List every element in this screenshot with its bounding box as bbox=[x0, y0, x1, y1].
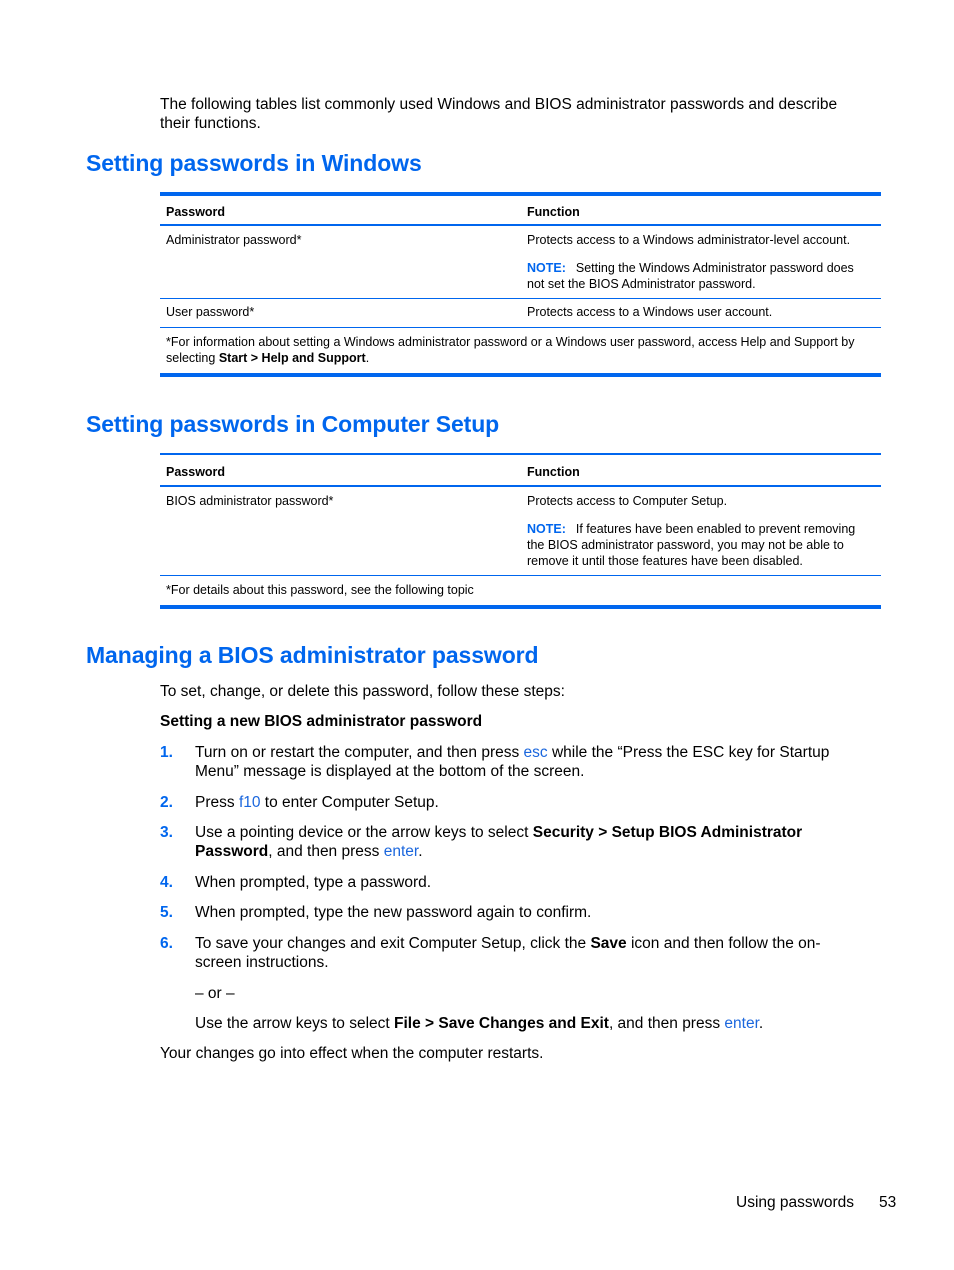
menu-path: File > Save Changes and Exit bbox=[394, 1015, 609, 1032]
step-text-part: Turn on or restart the computer, and the… bbox=[195, 744, 524, 761]
step-text-part: while the “Press the ESC key for Startup bbox=[547, 744, 830, 761]
intro-paragraph: The following tables list commonly used … bbox=[160, 95, 880, 133]
step-text-part: , and then press bbox=[268, 843, 384, 860]
function-text: Protects access to Computer Setup. bbox=[527, 494, 728, 508]
function-text: Protects access to a Windows administrat… bbox=[527, 233, 851, 247]
step-number: 4. bbox=[160, 874, 173, 891]
step-text-part: Use a pointing device or the arrow keys … bbox=[195, 824, 533, 841]
computer-setup-password-table: Password Function BIOS administrator pas… bbox=[160, 453, 881, 609]
page-number: 53 bbox=[879, 1194, 897, 1211]
note-text: If features have been enabled to prevent… bbox=[575, 522, 856, 536]
note-text: the BIOS administrator password, you may… bbox=[527, 538, 844, 552]
table-footnote: *For details about this password, see th… bbox=[160, 576, 881, 605]
step-text: Turn on or restart the computer, and the… bbox=[195, 743, 875, 781]
key-esc: esc bbox=[523, 744, 548, 761]
step-text-part: , and then press bbox=[608, 1015, 725, 1032]
note: NOTE: Setting the Windows Administrator p… bbox=[527, 260, 877, 292]
step-text-part: . bbox=[418, 843, 423, 860]
note-text: not set the BIOS Administrator password. bbox=[527, 277, 756, 291]
step-text-part: To save your changes and exit Computer S… bbox=[195, 935, 591, 952]
intro-line: The following tables list commonly used … bbox=[160, 96, 838, 113]
note-label: NOTE: bbox=[527, 522, 566, 536]
note-label: NOTE: bbox=[527, 261, 566, 275]
step-number: 3. bbox=[160, 824, 173, 841]
or-separator: – or – bbox=[195, 985, 235, 1002]
footnote-text: *For details about this password, see th… bbox=[166, 583, 474, 597]
menu-path: Start > Help and Support bbox=[218, 351, 366, 365]
footnote-text: *For information about setting a Windows… bbox=[166, 335, 855, 349]
footnote-text: selecting bbox=[166, 351, 219, 365]
step-number: 1. bbox=[160, 744, 173, 761]
steps-intro: To set, change, or delete this password,… bbox=[160, 683, 565, 700]
footnote-text: . bbox=[365, 351, 370, 365]
table-bottom-rule bbox=[160, 605, 881, 609]
password-cell: User password* bbox=[166, 305, 255, 319]
footer-chapter-title: Using passwords bbox=[736, 1194, 855, 1211]
alternate-instruction: Use the arrow keys to select File > Save… bbox=[195, 1014, 763, 1033]
menu-path: Security > Setup BIOS Administrator bbox=[532, 824, 803, 841]
step-text: Use a pointing device or the arrow keys … bbox=[195, 823, 875, 861]
function-cell: Protects access to a Windows user accoun… bbox=[527, 305, 773, 319]
column-header-function: Function bbox=[527, 205, 580, 219]
step-number: 5. bbox=[160, 904, 173, 921]
step-text: Press f10 to enter Computer Setup. bbox=[195, 793, 875, 812]
step-text: To save your changes and exit Computer S… bbox=[195, 934, 875, 972]
password-cell: Administrator password* bbox=[166, 233, 302, 247]
password-cell: BIOS administrator password* bbox=[166, 494, 334, 508]
step-text-part: . bbox=[758, 1015, 764, 1032]
table-footnote: *For information about setting a Windows… bbox=[160, 328, 881, 373]
step-number: 2. bbox=[160, 794, 173, 811]
step-text-part: to enter Computer Setup. bbox=[260, 794, 439, 811]
section-heading-computer-setup: Setting passwords in Computer Setup bbox=[86, 411, 500, 437]
key-enter: enter bbox=[724, 1015, 759, 1032]
step-text-part: icon and then follow the on- bbox=[626, 935, 821, 952]
step-text: When prompted, type the new password aga… bbox=[195, 904, 592, 921]
table-row: Administrator password* Protects access … bbox=[160, 226, 881, 298]
key-enter: enter bbox=[383, 843, 419, 860]
column-header-password: Password bbox=[166, 465, 226, 479]
column-header-function: Function bbox=[527, 465, 580, 479]
step-text-part: Press bbox=[195, 794, 239, 811]
closing-paragraph: Your changes go into effect when the com… bbox=[160, 1045, 544, 1062]
table-header-row: Password Function bbox=[160, 455, 881, 485]
windows-password-table: Password Function Administrator password… bbox=[160, 192, 881, 377]
table-row: BIOS administrator password* Protects ac… bbox=[160, 487, 881, 575]
step-text-part: Menu” message is displayed at the bottom… bbox=[195, 763, 585, 780]
column-header-password: Password bbox=[166, 205, 226, 219]
save-icon-label: Save bbox=[590, 935, 627, 952]
table-header-row: Password Function bbox=[160, 196, 881, 224]
note: NOTE: If features have been enabled to pr… bbox=[527, 521, 877, 569]
function-cell: Protects access to a Windows administrat… bbox=[527, 232, 877, 292]
step-text-part: Use the arrow keys to select bbox=[195, 1015, 394, 1032]
table-row: User password* Protects access to a Wind… bbox=[160, 299, 881, 327]
note-text: remove it until those features have been… bbox=[527, 554, 803, 568]
menu-path: Password bbox=[195, 843, 269, 860]
function-cell: Protects access to Computer Setup. NOTE:… bbox=[527, 493, 877, 569]
procedure-subheading: Setting a new BIOS administrator passwor… bbox=[160, 713, 483, 730]
step-number: 6. bbox=[160, 935, 173, 952]
intro-line: their functions. bbox=[160, 115, 261, 132]
key-f10: f10 bbox=[238, 794, 261, 811]
section-heading-managing-bios: Managing a BIOS administrator password bbox=[86, 642, 539, 668]
table-bottom-rule bbox=[160, 373, 881, 377]
section-heading-windows: Setting passwords in Windows bbox=[86, 150, 422, 176]
step-text-part: screen instructions. bbox=[195, 954, 329, 971]
note-text: Setting the Windows Administrator passwo… bbox=[575, 261, 854, 275]
step-text: When prompted, type a password. bbox=[195, 874, 432, 891]
